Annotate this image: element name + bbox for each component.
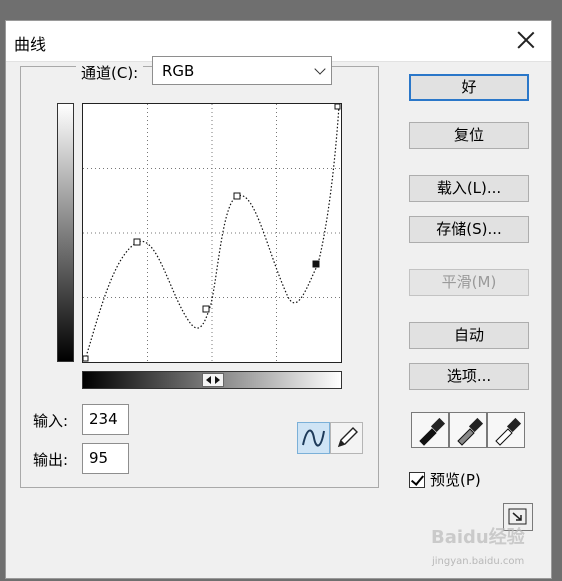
pencil-tool-icon[interactable]	[330, 422, 363, 454]
reset-button[interactable]: 复位	[409, 122, 529, 149]
window-title: 曲线	[14, 35, 47, 54]
grid-lines	[83, 104, 341, 362]
channel-value: RGB	[162, 62, 195, 80]
channel-select[interactable]: RGB	[152, 56, 332, 85]
channel-label: 通道(C):	[76, 62, 144, 83]
curve-point[interactable]	[233, 192, 241, 200]
black-point-eyedropper-icon[interactable]	[411, 412, 449, 448]
gradient-toggle-arrows-icon[interactable]	[202, 373, 224, 387]
auto-button[interactable]: 自动	[409, 322, 529, 349]
save-button[interactable]: 存储(S)...	[409, 216, 529, 243]
white-point-eyedropper-icon[interactable]	[487, 412, 525, 448]
output-gradient-bar	[57, 103, 74, 362]
input-label: 输入:	[33, 412, 69, 430]
input-field[interactable]: 234	[82, 404, 129, 435]
eyedropper-group	[411, 412, 526, 448]
smooth-button: 平滑(M)	[409, 269, 529, 296]
chevron-down-icon	[314, 63, 326, 75]
watermark-logo: Baidu经验	[431, 527, 525, 548]
output-label: 输出:	[33, 451, 69, 469]
ok-button[interactable]: 好	[409, 74, 529, 101]
input-gradient-bar	[82, 371, 342, 389]
curve-tool-icon[interactable]	[297, 422, 330, 454]
watermark-url: jingyan.baidu.com	[432, 556, 525, 567]
load-button[interactable]: 载入(L)...	[409, 175, 529, 202]
close-icon[interactable]	[515, 29, 537, 51]
curve-point-selected[interactable]	[312, 260, 320, 268]
curve-svg	[83, 104, 341, 362]
preview-label: 预览(P)	[430, 471, 481, 489]
curve-graph[interactable]	[82, 103, 342, 363]
gray-point-eyedropper-icon[interactable]	[449, 412, 487, 448]
curve-tools	[297, 422, 363, 454]
output-field[interactable]: 95	[82, 443, 129, 474]
curve-point[interactable]	[133, 238, 141, 246]
preview-checkbox[interactable]	[409, 472, 425, 488]
options-button[interactable]: 选项...	[409, 363, 529, 390]
curve-point[interactable]	[334, 104, 341, 110]
curve-point[interactable]	[83, 355, 89, 362]
curve-point[interactable]	[202, 305, 210, 313]
